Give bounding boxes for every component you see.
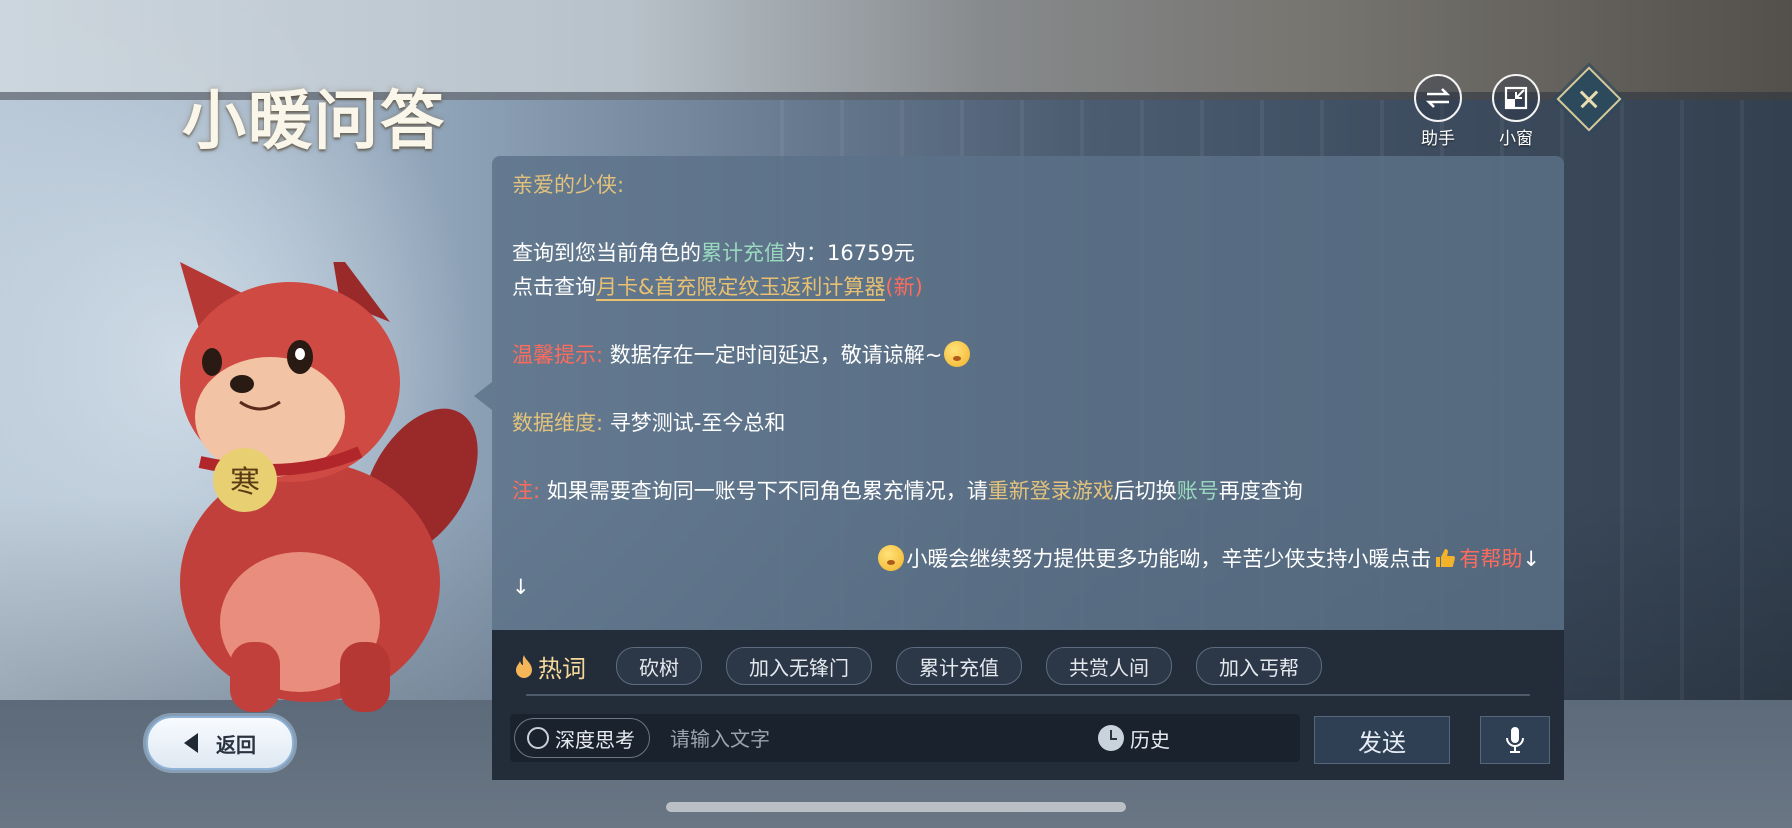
calculator-link[interactable]: 月卡&首充限定纹玉返利计算器 [596,275,886,301]
hot-chip-join-gaibang[interactable]: 加入丐帮 [1196,647,1322,685]
dimension-text: 寻梦测试-至今总和 [603,411,786,435]
feedback-text: 小暖会继续努力提供更多功能呦，辛苦少侠支持小暖点击 [906,547,1432,571]
back-label: 返回 [216,732,256,757]
calculator-prefix: 点击查询 [512,275,596,299]
hot-chip-kanshu[interactable]: 砍树 [616,647,702,685]
feedback-line: 小暖会继续努力提供更多功能呦，辛苦少侠支持小暖点击 有帮助↓ [512,542,1540,576]
kiss-emoji-icon [944,341,971,367]
recharge-line: 查询到您当前角色的累计充值为：16759元 [512,236,1540,270]
hot-chip-gongshang[interactable]: 共赏人间 [1046,647,1172,685]
flame-icon [516,655,532,678]
hot-label-text: 热词 [538,654,586,683]
mini-window-label: 小窗 [1499,129,1533,149]
question-input[interactable] [668,718,1102,760]
swap-arrows-icon [1414,74,1462,122]
deep-think-label: 深度思考 [555,727,635,752]
greeting-text: 亲爱的少侠: [512,173,625,197]
answer-message: 亲爱的少侠: 查询到您当前角色的累计充值为：16759元 点击查询月卡&首充限定… [512,168,1540,598]
bottom-input-area: 热词 砍树 加入无锋门 累计充值 共赏人间 加入丐帮 深度思考 历史 发送 [492,630,1564,780]
mascot-dog-image: 寒 [180,262,478,712]
dimension-line: 数据维度: 寻梦测试-至今总和 [512,406,1540,440]
deep-think-toggle[interactable]: 深度思考 [514,718,650,758]
recharge-prefix: 查询到您当前角色的 [512,241,701,265]
calculator-line: 点击查询月卡&首充限定纹玉返利计算器(新) [512,270,1540,304]
note-text-1: 如果需要查询同一账号下不同角色累充情况，请 [540,479,988,503]
back-button[interactable]: 返回 [146,716,294,770]
note-text-2: 后切换 [1113,479,1177,503]
answer-panel: 亲爱的少侠: 查询到您当前角色的累计充值为：16759元 点击查询月卡&首充限定… [492,156,1564,630]
radio-icon [527,727,549,749]
hot-words-row: 热词 砍树 加入无锋门 累计充值 共赏人间 加入丐帮 [514,646,1542,686]
hot-chip-join-wufeng[interactable]: 加入无锋门 [726,647,872,685]
input-bar: 深度思考 历史 [510,714,1300,762]
down-arrow: ↓ [1522,547,1540,571]
note-relogin: 重新登录游戏 [987,479,1114,503]
helpful-link[interactable]: 有帮助 [1459,547,1522,571]
top-right-controls: 助手 小窗 [1410,74,1544,149]
divider [526,694,1530,696]
note-label: 注: [512,479,541,503]
mini-window-button[interactable]: 小窗 [1488,74,1544,149]
microphone-icon [1506,727,1524,753]
tip-line: 温馨提示: 数据存在一定时间延迟，敬请谅解~ [512,338,1540,372]
minimize-window-icon [1492,74,1540,122]
tip-label: 温馨提示: [512,343,604,367]
assistant-button[interactable]: 助手 [1410,74,1466,149]
new-badge: (新) [885,275,923,299]
note-line: 注: 如果需要查询同一账号下不同角色累充情况，请重新登录游戏后切换账号再度查询 [512,474,1540,508]
svg-text:寒: 寒 [230,465,260,500]
trailing-arrow: ↓ [512,575,530,599]
home-indicator[interactable] [666,802,1126,812]
send-button[interactable]: 发送 [1314,716,1450,764]
kiss-emoji-icon [878,545,905,571]
hot-chip-total-recharge[interactable]: 累计充值 [896,647,1022,685]
tip-text: 数据存在一定时间延迟，敬请谅解~ [603,343,943,367]
clock-icon [1098,725,1124,751]
recharge-highlight: 累计充值 [701,241,785,265]
history-label: 历史 [1130,727,1170,752]
assistant-label: 助手 [1421,129,1455,149]
back-arrow-icon [184,733,198,753]
dimension-label: 数据维度: [512,411,604,435]
thumbs-up-icon [1436,549,1456,567]
microphone-button[interactable] [1480,716,1550,764]
hot-words-label: 热词 [514,649,586,684]
page-title: 小暖问答 [182,84,446,159]
recharge-amount: 为：16759元 [785,241,915,265]
note-text-3: 再度查询 [1218,479,1303,503]
speech-bubble-tail [474,382,492,410]
note-account: 账号 [1176,479,1219,503]
history-button[interactable]: 历史 [1098,718,1170,758]
